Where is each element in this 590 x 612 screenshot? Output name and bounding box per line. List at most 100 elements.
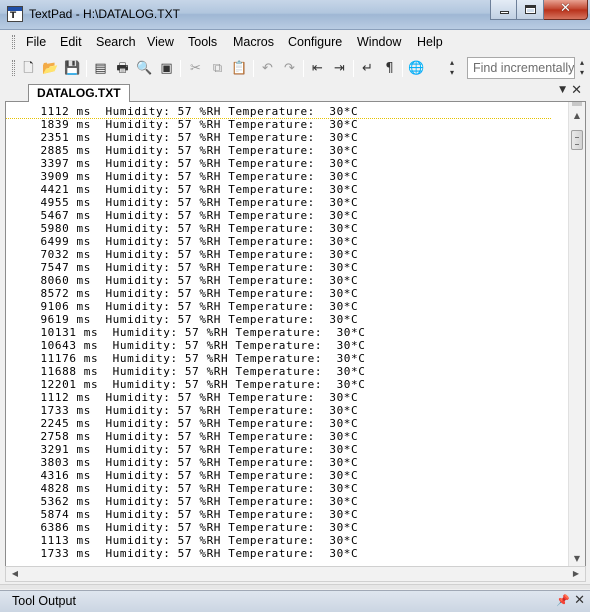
decrease-indent-icon[interactable]: ⇤ (309, 60, 326, 77)
text-line[interactable]: 1113 ms Humidity: 57 %RH Temperature: 30… (26, 534, 567, 547)
undo-icon[interactable]: ↶ (259, 60, 276, 77)
print-icon[interactable]: 🖶 (114, 60, 131, 77)
open-folder-icon[interactable]: 📂 (42, 60, 59, 77)
pilcrow-icon[interactable]: ¶ (381, 60, 398, 77)
cut-icon[interactable]: ✂ (187, 60, 204, 77)
scroll-left-arrow-icon[interactable]: ◀ (7, 567, 23, 581)
maximize-button[interactable] (517, 0, 544, 20)
text-line[interactable]: 6386 ms Humidity: 57 %RH Temperature: 30… (26, 521, 567, 534)
globe-icon[interactable]: 🌐 (408, 60, 425, 77)
menu-configure[interactable]: Configure (288, 35, 342, 49)
minimize-icon (500, 11, 509, 14)
menu-tools[interactable]: Tools (188, 35, 217, 49)
text-line[interactable]: 11176 ms Humidity: 57 %RH Temperature: 3… (26, 352, 567, 365)
minimize-button[interactable] (490, 0, 517, 20)
menu-bar: File Edit Search View Tools Macros Confi… (0, 30, 590, 54)
horizontal-scrollbar[interactable]: ◀ ▶ (5, 566, 586, 582)
toolbar-separator (253, 60, 254, 77)
text-line[interactable]: 1733 ms Humidity: 57 %RH Temperature: 30… (26, 547, 567, 560)
menu-edit[interactable]: Edit (60, 35, 82, 49)
text-line[interactable]: 5980 ms Humidity: 57 %RH Temperature: 30… (26, 222, 567, 235)
close-document-icon[interactable]: ✕ (571, 83, 582, 98)
toolbar-separator (180, 60, 181, 77)
text-line[interactable]: 3291 ms Humidity: 57 %RH Temperature: 30… (26, 443, 567, 456)
editor-lines[interactable]: 1112 ms Humidity: 57 %RH Temperature: 30… (26, 105, 567, 567)
redo-icon[interactable]: ↷ (281, 60, 298, 77)
increase-indent-icon[interactable]: ⇥ (331, 60, 348, 77)
document-properties-icon[interactable]: ▤ (92, 60, 109, 77)
find-toolbar-overflow-chevron-icon[interactable]: ▴ ▾ (578, 58, 586, 78)
text-line[interactable]: 5874 ms Humidity: 57 %RH Temperature: 30… (26, 508, 567, 521)
text-line[interactable]: 2351 ms Humidity: 57 %RH Temperature: 30… (26, 131, 567, 144)
vertical-scrollbar[interactable]: ▲ ▼ (568, 102, 585, 567)
menu-file[interactable]: File (26, 35, 46, 49)
print-preview-icon[interactable]: 🔍 (136, 60, 153, 77)
textpad-app-icon[interactable]: T (7, 6, 23, 22)
text-line[interactable]: 10643 ms Humidity: 57 %RH Temperature: 3… (26, 339, 567, 352)
record-icon[interactable]: ▣ (158, 60, 175, 77)
title-bar[interactable]: T TextPad - H:\DATALOG.TXT ✕ (0, 0, 590, 30)
text-line[interactable]: 9619 ms Humidity: 57 %RH Temperature: 30… (26, 313, 567, 326)
text-line[interactable]: 1733 ms Humidity: 57 %RH Temperature: 30… (26, 404, 567, 417)
text-line[interactable]: 5362 ms Humidity: 57 %RH Temperature: 30… (26, 495, 567, 508)
tab-list-chevron-down-icon[interactable]: ▼ (559, 85, 566, 95)
save-icon[interactable]: 💾 (64, 60, 81, 77)
toolbar-separator (303, 60, 304, 77)
maximize-icon (525, 5, 536, 14)
text-line[interactable]: 1112 ms Humidity: 57 %RH Temperature: 30… (26, 105, 567, 118)
paste-icon[interactable]: 📋 (231, 60, 248, 77)
scroll-up-arrow-icon[interactable]: ▲ (569, 108, 585, 124)
text-line[interactable]: 2758 ms Humidity: 57 %RH Temperature: 30… (26, 430, 567, 443)
toolbar-grip[interactable] (12, 60, 15, 76)
text-line[interactable]: 4421 ms Humidity: 57 %RH Temperature: 30… (26, 183, 567, 196)
tab-datalog-txt[interactable]: DATALOG.TXT (28, 84, 130, 103)
close-window-button[interactable]: ✕ (544, 0, 588, 20)
text-line[interactable]: 3909 ms Humidity: 57 %RH Temperature: 30… (26, 170, 567, 183)
text-line[interactable]: 4955 ms Humidity: 57 %RH Temperature: 30… (26, 196, 567, 209)
toolbar-overflow-chevron-icon[interactable]: ▴ ▾ (448, 58, 456, 78)
text-line[interactable]: 3803 ms Humidity: 57 %RH Temperature: 30… (26, 456, 567, 469)
text-line[interactable]: 2885 ms Humidity: 57 %RH Temperature: 30… (26, 144, 567, 157)
close-icon: ✕ (560, 1, 571, 16)
new-file-icon[interactable]: 🗋 (20, 60, 37, 77)
toolbar-separator (86, 60, 87, 77)
text-line[interactable]: 1839 ms Humidity: 57 %RH Temperature: 30… (26, 118, 567, 131)
scroll-down-arrow-icon[interactable]: ▼ (569, 551, 585, 567)
text-line[interactable]: 7032 ms Humidity: 57 %RH Temperature: 30… (26, 248, 567, 261)
text-line[interactable]: 8060 ms Humidity: 57 %RH Temperature: 30… (26, 274, 567, 287)
text-line[interactable]: 10131 ms Humidity: 57 %RH Temperature: 3… (26, 326, 567, 339)
text-line[interactable]: 5467 ms Humidity: 57 %RH Temperature: 30… (26, 209, 567, 222)
document-tab-strip: DATALOG.TXT ▼ ✕ (5, 82, 586, 103)
menu-bar-grip[interactable] (12, 35, 15, 49)
scroll-right-arrow-icon[interactable]: ▶ (568, 567, 584, 581)
text-line[interactable]: 9106 ms Humidity: 57 %RH Temperature: 30… (26, 300, 567, 313)
text-line[interactable]: 1112 ms Humidity: 57 %RH Temperature: 30… (26, 391, 567, 404)
text-line[interactable]: 8572 ms Humidity: 57 %RH Temperature: 30… (26, 287, 567, 300)
menu-view[interactable]: View (147, 35, 174, 49)
split-box[interactable] (572, 102, 582, 106)
text-line[interactable]: 2245 ms Humidity: 57 %RH Temperature: 30… (26, 417, 567, 430)
text-editor[interactable]: 1112 ms Humidity: 57 %RH Temperature: 30… (5, 102, 586, 568)
text-line[interactable]: 7547 ms Humidity: 57 %RH Temperature: 30… (26, 261, 567, 274)
tool-output-panel: Tool Output 📌 ✕ (0, 590, 590, 612)
word-wrap-icon[interactable]: ↵ (359, 60, 376, 77)
menu-help[interactable]: Help (417, 35, 443, 49)
toolbar-separator (402, 60, 403, 77)
close-panel-icon[interactable]: ✕ (574, 593, 585, 608)
text-line[interactable]: 4316 ms Humidity: 57 %RH Temperature: 30… (26, 469, 567, 482)
vertical-scroll-thumb[interactable] (571, 130, 583, 150)
menu-window[interactable]: Window (357, 35, 401, 49)
text-line[interactable]: 4828 ms Humidity: 57 %RH Temperature: 30… (26, 482, 567, 495)
tool-output-title: Tool Output (12, 594, 76, 608)
text-line[interactable]: 3397 ms Humidity: 57 %RH Temperature: 30… (26, 157, 567, 170)
text-line[interactable]: 11688 ms Humidity: 57 %RH Temperature: 3… (26, 365, 567, 378)
panel-splitter[interactable] (0, 584, 590, 589)
find-incrementally-input[interactable]: Find incrementally (467, 57, 575, 79)
text-line[interactable]: 6499 ms Humidity: 57 %RH Temperature: 30… (26, 235, 567, 248)
pin-icon[interactable]: 📌 (556, 594, 570, 607)
menu-search[interactable]: Search (96, 35, 136, 49)
window-title: TextPad - H:\DATALOG.TXT (29, 7, 180, 21)
text-line[interactable]: 12201 ms Humidity: 57 %RH Temperature: 3… (26, 378, 567, 391)
copy-icon[interactable]: ⧉ (209, 60, 226, 77)
menu-macros[interactable]: Macros (233, 35, 274, 49)
